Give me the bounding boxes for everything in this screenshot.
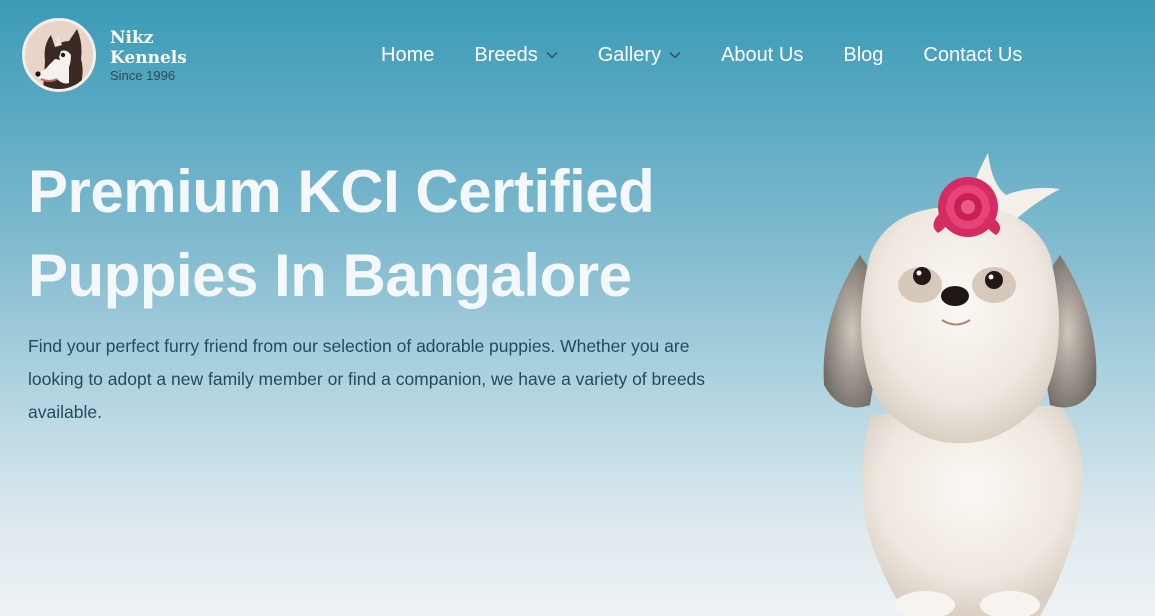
husky-icon [22, 18, 96, 92]
brand-name-line2: Kennels [110, 48, 187, 68]
nav-about-us-label: About Us [721, 43, 804, 66]
nav-home[interactable]: Home [381, 44, 434, 67]
nav-blog[interactable]: Blog [843, 44, 883, 67]
hero-title: Premium KCI Certified Puppies In Bangalo… [28, 150, 768, 318]
nav-contact-us-label: Contact Us [923, 43, 1023, 66]
chevron-down-icon [669, 51, 681, 59]
site-header: Nikz Kennels Since 1996 Home Breeds Gall… [0, 0, 1155, 110]
nav-gallery[interactable]: Gallery [598, 44, 681, 67]
nav-home-label: Home [381, 43, 435, 66]
nav-contact-us[interactable]: Contact Us [923, 44, 1022, 67]
nav-breeds[interactable]: Breeds [474, 43, 558, 67]
hero-puppy-image [810, 145, 1110, 616]
brand-since: Since 1996 [110, 68, 176, 83]
nav-blog-label: Blog [843, 43, 884, 66]
chevron-down-icon [546, 51, 558, 59]
nav-breeds-label: Breeds [474, 43, 538, 66]
hero-description: Find your perfect furry friend from our … [28, 336, 706, 422]
brand-name-line1: Nikz [110, 28, 154, 48]
brand-text: Nikz Kennels Since 1996 [110, 28, 187, 82]
nav-about-us[interactable]: About Us [721, 44, 803, 67]
hero-title-line2: Puppies In Bangalore [28, 242, 632, 309]
main-nav: Home Breeds Gallery About Us Blog Contac… [381, 40, 1022, 70]
nav-gallery-label: Gallery [597, 43, 662, 66]
hero-title-line1: Premium KCI Certified [28, 158, 655, 225]
brand-logo[interactable]: Nikz Kennels Since 1996 [22, 18, 202, 92]
